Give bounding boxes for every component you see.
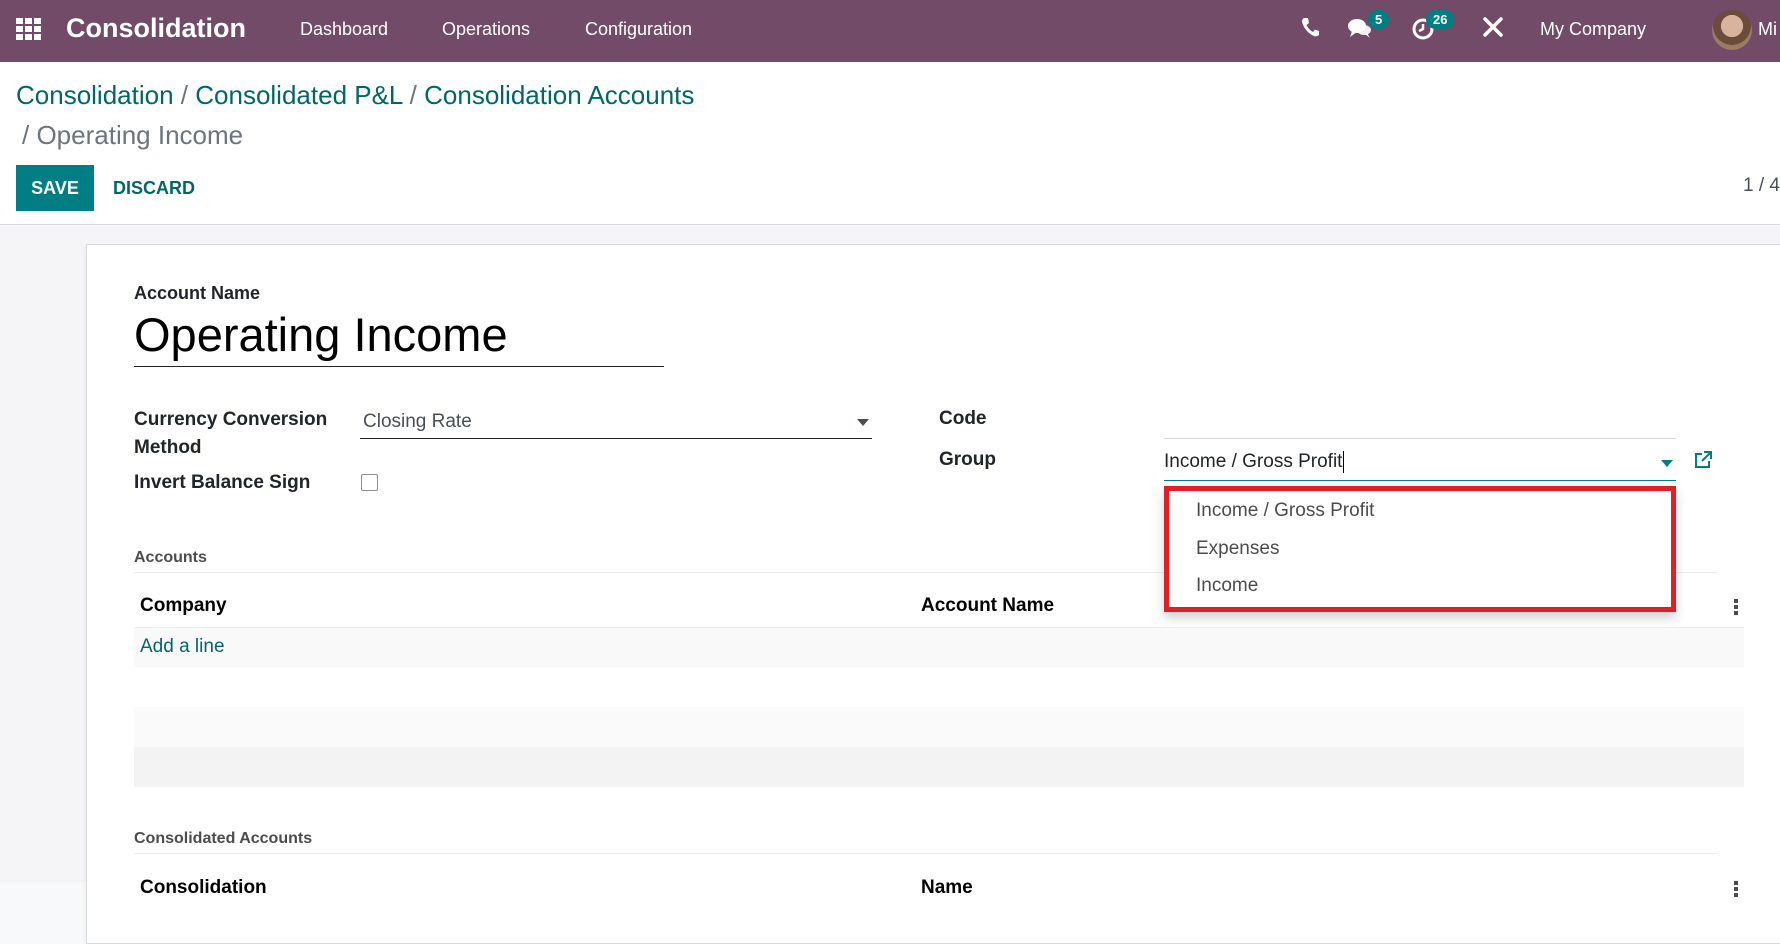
currency-value: Closing Rate [363, 411, 472, 432]
column-consolidation[interactable]: Consolidation [140, 877, 267, 899]
menu-configuration[interactable]: Configuration [585, 19, 692, 40]
currency-select[interactable]: Closing Rate [360, 407, 872, 439]
empty-row [134, 747, 1744, 787]
messages-badge: 5 [1368, 10, 1390, 29]
account-name-input[interactable]: Operating Income [134, 307, 664, 367]
dropdown-option-income-gross-profit[interactable]: Income / Gross Profit [1196, 500, 1374, 522]
app-name[interactable]: Consolidation [66, 13, 246, 44]
group-label: Group [939, 449, 996, 470]
apps-grid-icon[interactable] [16, 18, 42, 40]
code-label: Code [939, 408, 987, 429]
save-button[interactable]: SAVE [16, 165, 94, 211]
chevron-down-icon [857, 419, 869, 426]
invert-balance-checkbox[interactable] [361, 474, 378, 491]
company-switcher[interactable]: My Company [1540, 19, 1646, 40]
form-view: Account Name Operating Income Currency C… [0, 226, 1780, 944]
group-value: Income / Gross Profit [1164, 451, 1345, 473]
account-name-label: Account Name [134, 283, 261, 303]
menu-dashboard[interactable]: Dashboard [300, 19, 388, 40]
consolidated-accounts-section-title: Consolidated Accounts [134, 830, 313, 847]
user-avatar[interactable] [1712, 10, 1752, 50]
breadcrumb-separator: / [180, 80, 196, 110]
chevron-down-icon[interactable] [1661, 460, 1673, 467]
column-options-icon[interactable] [1734, 599, 1738, 617]
breadcrumb-current: Operating Income [36, 120, 244, 150]
column-name[interactable]: Name [921, 877, 973, 899]
empty-row [134, 707, 1744, 747]
debug-tools-icon[interactable] [1482, 16, 1504, 44]
breadcrumb-consolidation[interactable]: Consolidation [16, 80, 174, 110]
group-input[interactable]: Income / Gross Profit [1164, 443, 1676, 481]
pager-value[interactable]: 1 / 4 [1743, 175, 1780, 197]
group-autocomplete-dropdown: Income / Gross Profit Expenses Income [1164, 486, 1676, 612]
breadcrumb-current-line: / Operating Income [22, 120, 243, 151]
dropdown-option-income[interactable]: Income [1196, 575, 1258, 597]
currency-label-line2: Method [134, 437, 202, 458]
column-options-icon[interactable] [1734, 881, 1738, 899]
code-input[interactable] [1164, 405, 1676, 439]
breadcrumb-separator: / [409, 80, 425, 110]
column-company[interactable]: Company [140, 595, 227, 617]
invert-balance-label: Invert Balance Sign [134, 472, 311, 493]
account-name-value: Operating Income [134, 308, 508, 361]
column-account-name[interactable]: Account Name [921, 595, 1054, 617]
discard-button[interactable]: DISCARD [113, 165, 195, 211]
currency-label: Currency Conversion Method [134, 409, 327, 459]
breadcrumb: Consolidation / Consolidated P&L / Conso… [16, 80, 694, 111]
breadcrumb-consolidated-pl[interactable]: Consolidated P&L [195, 80, 402, 110]
currency-label-line1: Currency Conversion [134, 409, 328, 430]
accounts-section-title: Accounts [134, 549, 207, 566]
dropdown-option-expenses[interactable]: Expenses [1196, 538, 1279, 560]
activities-badge: 26 [1426, 10, 1455, 29]
breadcrumb-separator: / [22, 120, 37, 150]
add-line-row: Add a line [134, 627, 1744, 667]
external-link-icon[interactable] [1693, 450, 1713, 475]
breadcrumb-consolidation-accounts[interactable]: Consolidation Accounts [424, 80, 694, 110]
menu-operations[interactable]: Operations [442, 19, 530, 40]
control-panel: Consolidation / Consolidated P&L / Conso… [0, 62, 1780, 225]
add-a-line-link[interactable]: Add a line [140, 636, 225, 658]
phone-icon[interactable] [1300, 16, 1320, 44]
section-divider [134, 853, 1717, 854]
form-sheet: Account Name Operating Income Currency C… [86, 244, 1780, 944]
user-name[interactable]: Mi [1758, 19, 1777, 40]
top-navbar: Consolidation Dashboard Operations Confi… [0, 0, 1780, 62]
